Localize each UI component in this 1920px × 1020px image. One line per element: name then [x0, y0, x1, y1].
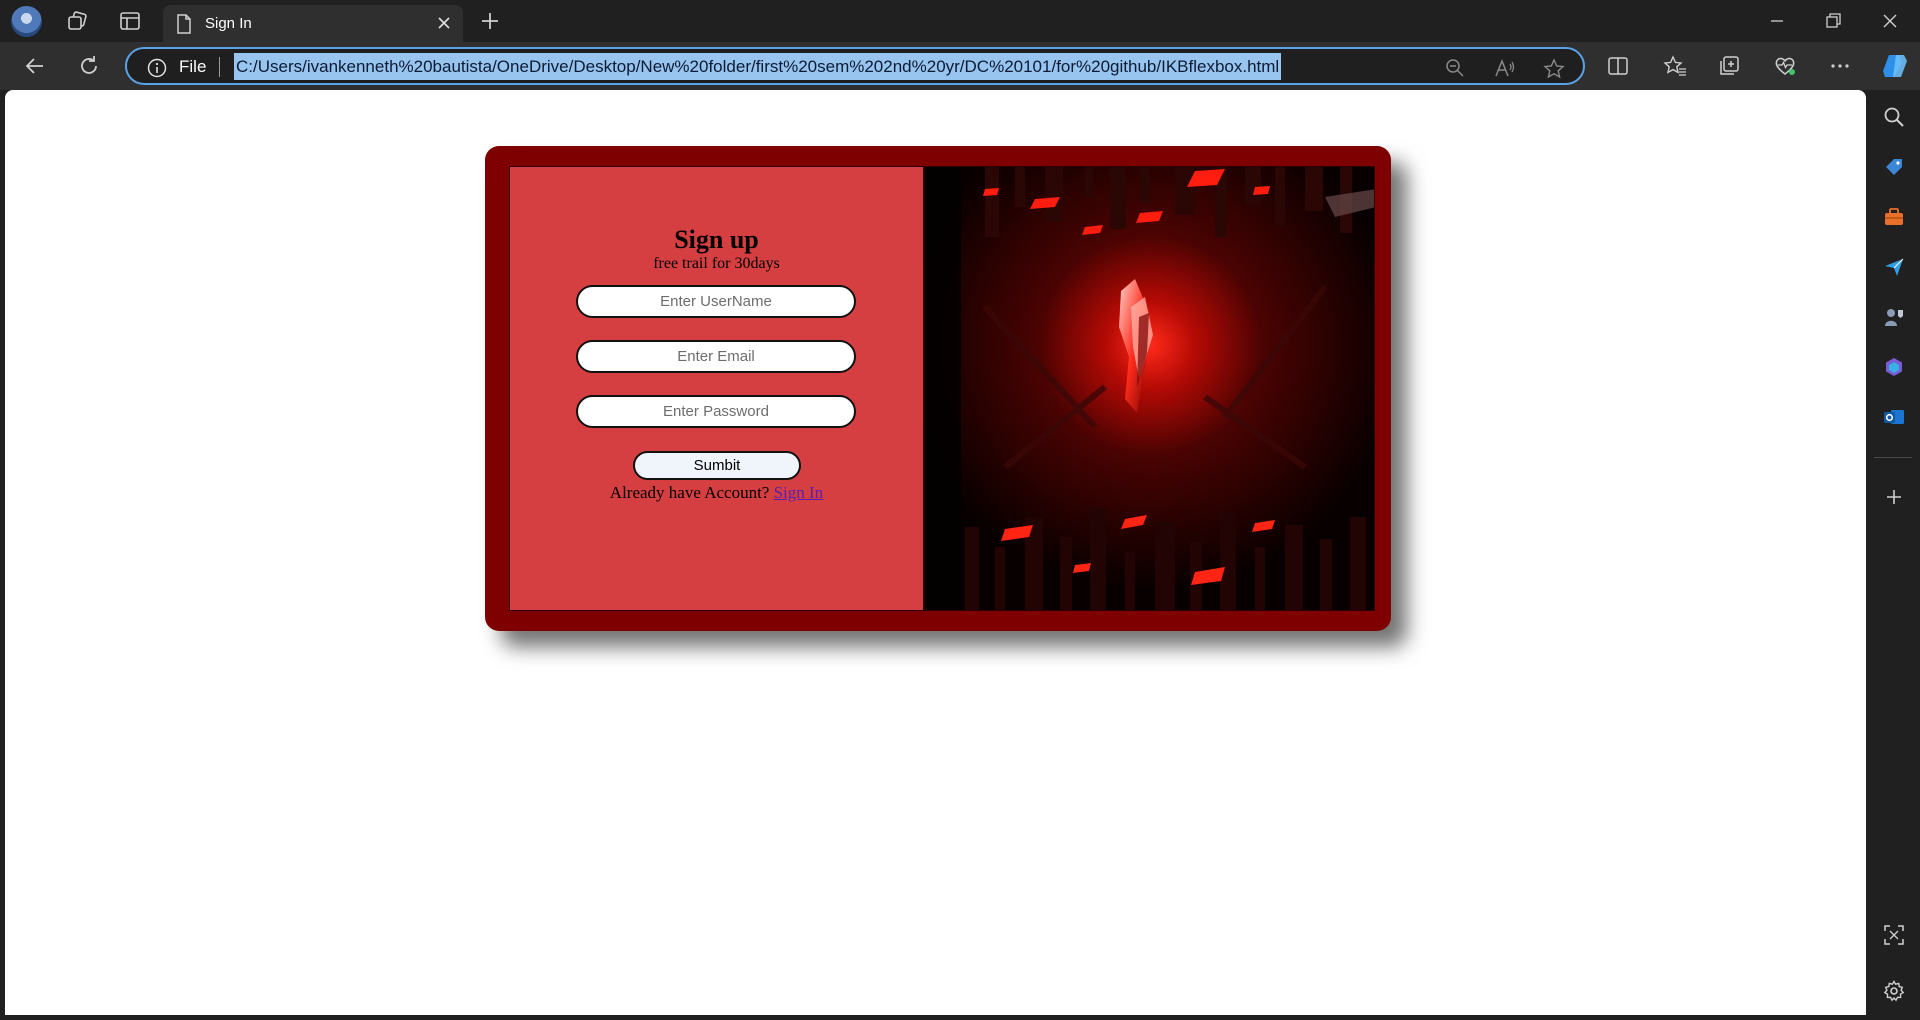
close-icon[interactable] [435, 14, 453, 32]
account-prompt-text: Already have Account? [609, 483, 770, 502]
form-title: Sign up [674, 225, 759, 254]
favorites-icon[interactable] [1663, 55, 1687, 77]
tab-title: Sign In [205, 15, 252, 32]
email-input[interactable] [576, 340, 856, 373]
signup-card: Sign up free trail for 30days Sumbit Alr… [485, 146, 1391, 631]
title-bar: Sign In [0, 0, 1920, 42]
close-window-icon[interactable] [1879, 10, 1901, 32]
outlook-icon[interactable] [1883, 406, 1905, 428]
signin-prompt: Already have Account? Sign In [510, 483, 923, 503]
address-bar[interactable]: File C:/Users/ivankenneth%20bautista/One… [125, 47, 1585, 85]
username-input[interactable] [576, 285, 856, 318]
copilot-icon[interactable] [1880, 52, 1910, 80]
form-subtitle: free trail for 30days [653, 255, 780, 272]
submit-button[interactable]: Sumbit [633, 451, 801, 480]
restore-icon[interactable] [1822, 10, 1844, 32]
favorite-star-icon[interactable] [1543, 58, 1565, 80]
url-text[interactable]: C:/Users/ivankenneth%20bautista/OneDrive… [234, 53, 1282, 80]
minimize-icon[interactable] [1766, 10, 1788, 32]
screenshot-icon[interactable] [1883, 924, 1905, 946]
search-icon[interactable] [1883, 106, 1905, 128]
read-aloud-icon[interactable] [1494, 58, 1516, 78]
page-icon [177, 14, 191, 34]
split-screen-icon[interactable] [1607, 55, 1629, 77]
password-input[interactable] [576, 395, 856, 428]
send-icon[interactable] [1883, 256, 1905, 278]
zoom-out-icon[interactable] [1445, 58, 1465, 78]
workspaces-icon[interactable] [64, 9, 90, 33]
signin-link[interactable]: Sign In [774, 483, 824, 502]
games-icon[interactable] [1883, 306, 1905, 328]
address-separator [219, 57, 220, 77]
microsoft365-icon[interactable] [1883, 356, 1905, 378]
performance-icon[interactable] [1773, 55, 1797, 77]
plus-icon[interactable] [478, 9, 502, 33]
tab-active[interactable]: Sign In [163, 5, 463, 42]
info-icon[interactable] [147, 58, 167, 78]
signup-form-panel: Sign up free trail for 30days Sumbit Alr… [509, 166, 924, 611]
sidebar-divider [1874, 457, 1912, 458]
edge-sidebar [1866, 90, 1920, 1020]
scheme-label: File [179, 57, 207, 76]
more-icon[interactable] [1829, 55, 1851, 77]
hero-image [924, 166, 1375, 611]
abstract-red-artwork [925, 167, 1374, 610]
settings-icon[interactable] [1883, 980, 1905, 1002]
tab-actions-icon[interactable] [117, 9, 143, 33]
profile-avatar[interactable] [11, 6, 42, 37]
add-icon[interactable] [1883, 486, 1905, 508]
refresh-icon[interactable] [77, 54, 101, 78]
back-icon[interactable] [23, 54, 47, 78]
collections-icon[interactable] [1718, 55, 1740, 77]
page-viewport: Sign up free trail for 30days Sumbit Alr… [5, 90, 1866, 1015]
shopping-icon[interactable] [1883, 156, 1905, 178]
tools-icon[interactable] [1883, 206, 1905, 228]
toolbar: File C:/Users/ivankenneth%20bautista/One… [0, 42, 1920, 90]
